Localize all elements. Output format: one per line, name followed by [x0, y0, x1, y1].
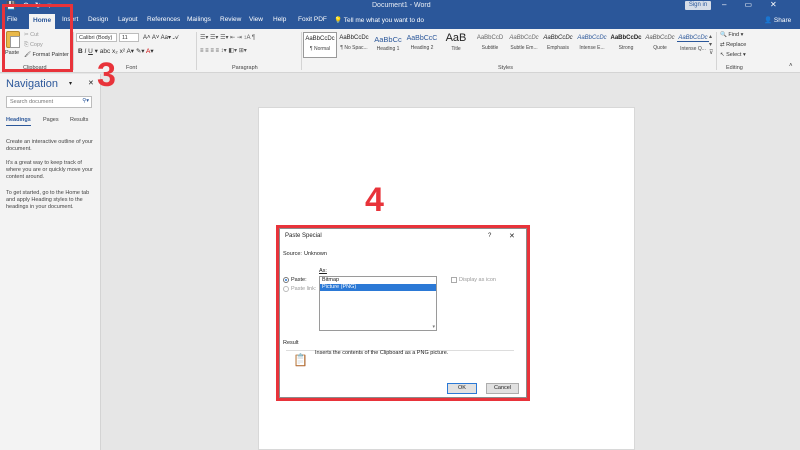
select-button[interactable]: ↖ Select ▾ — [720, 52, 746, 58]
style-name: ¶ No Spac... — [340, 45, 368, 51]
style-preview: AaBbCcDc — [645, 35, 675, 41]
style-preview: AaBbCcDc — [509, 35, 539, 41]
style-name: Heading 2 — [410, 45, 434, 51]
style-normal[interactable]: AaBbCcDc ¶ Normal — [303, 32, 337, 58]
nav-help-text: To get started, go to the Home tab and a… — [6, 190, 90, 210]
style-no-spacing[interactable]: AaBbCcDc ¶ No Spac... — [337, 32, 371, 58]
clipboard-highlight-box — [2, 4, 73, 72]
find-button[interactable]: 🔍 Find ▾ — [720, 32, 743, 38]
navigation-pane: Navigation ▾ ✕ Search document ⚲▾ Headin… — [0, 74, 101, 450]
styles-scroll-icon[interactable]: ▴ ▾ ⊽ — [709, 33, 713, 57]
style-name: Subtle Em... — [510, 45, 538, 51]
style-strong[interactable]: AaBbCcDc Strong — [609, 32, 643, 58]
style-title[interactable]: AaB Title — [439, 32, 473, 58]
style-preview: AaBbCcD — [476, 35, 504, 41]
style-preview: AaBbCcDc — [577, 35, 607, 41]
nav-tab-pages[interactable]: Pages — [43, 117, 59, 123]
styles-group-label: Styles — [498, 65, 513, 71]
style-intense-emphasis[interactable]: AaBbCcDc Intense E... — [575, 32, 609, 58]
collapse-ribbon-icon[interactable]: ˄ — [789, 63, 793, 69]
paragraph-group-label: Paragraph — [232, 65, 258, 71]
close-window-icon[interactable]: ✕ — [770, 0, 777, 9]
style-intense-quote[interactable]: AaBbCcDc Intense Q... — [677, 32, 709, 58]
style-preview: AaB — [445, 32, 467, 44]
tab-foxit-pdf[interactable]: Foxit PDF — [298, 16, 327, 23]
navigation-title: Navigation — [6, 78, 58, 90]
style-heading-2[interactable]: AaBbCcC Heading 2 — [405, 32, 439, 58]
title-bar: 💾 ↶ ↻ ▾ Document1 - Word Sign in – ▭ ✕ — [0, 0, 800, 12]
alignment-icons[interactable]: ≡ ≡ ≡ ≡ ↕▾ ◧▾ ⊞▾ — [200, 47, 247, 54]
ribbon-tabs: File Home Insert Design Layout Reference… — [0, 12, 800, 29]
style-subtle-emphasis[interactable]: AaBbCcDc Subtle Em... — [507, 32, 541, 58]
style-name: Subtitle — [481, 45, 499, 51]
search-document-input[interactable]: Search document ⚲▾ — [6, 96, 92, 108]
tell-me-search[interactable]: 💡 Tell me what you want to do — [334, 16, 424, 24]
minimize-icon[interactable]: – — [722, 0, 726, 9]
maximize-icon[interactable]: ▭ — [744, 0, 752, 9]
style-name: Heading 1 — [376, 46, 400, 52]
style-name: Intense E... — [579, 45, 605, 51]
style-heading-1[interactable]: AaBbCc Heading 1 — [371, 32, 405, 58]
divider — [196, 32, 197, 70]
divider — [716, 32, 717, 70]
style-name: Title — [451, 46, 461, 52]
search-placeholder: Search document — [10, 99, 54, 105]
step-4-callout: 4 — [365, 181, 384, 219]
style-preview: AaBbCc — [374, 35, 402, 44]
find-label: Find — [728, 32, 740, 38]
tab-mailings[interactable]: Mailings — [187, 16, 211, 23]
nav-tab-results[interactable]: Results — [70, 117, 88, 123]
style-preview: AaBbCcC — [406, 35, 438, 42]
style-name: Emphasis — [547, 45, 569, 51]
sign-in-button[interactable]: Sign in — [685, 1, 711, 10]
nav-tab-headings[interactable]: Headings — [6, 117, 31, 126]
style-preview: AaBbCcDc — [543, 35, 573, 41]
font-size-combo[interactable]: 11 — [119, 33, 139, 42]
share-label: Share — [773, 17, 792, 24]
select-label: Select — [726, 52, 742, 58]
document-title: Document1 - Word — [372, 2, 431, 9]
divider — [301, 32, 302, 70]
share-button[interactable]: 👤 Share — [764, 16, 791, 24]
editing-group-label: Editing — [726, 65, 743, 71]
ribbon: Paste ✂ Cut ⎘ Copy 🖌 Format Painter Clip… — [0, 29, 800, 73]
share-icon: 👤 — [764, 17, 774, 24]
tell-me-label: Tell me what you want to do — [343, 17, 425, 24]
lightbulb-icon: 💡 — [334, 17, 344, 24]
tab-layout[interactable]: Layout — [118, 16, 138, 23]
nav-help-text: Create an interactive outline of your do… — [6, 139, 93, 152]
tab-view[interactable]: View — [249, 16, 263, 23]
tab-references[interactable]: References — [147, 16, 180, 23]
divider — [73, 32, 74, 70]
style-emphasis[interactable]: AaBbCcDc Emphasis — [541, 32, 575, 58]
window-controls: – ▭ ✕ — [722, 0, 777, 9]
replace-label: Replace — [726, 42, 747, 48]
style-preview: AaBbCcDc — [677, 35, 709, 42]
grow-shrink-font-icons[interactable]: A˄ A˅ Aa▾ 𝒜 — [143, 34, 178, 42]
style-name: Intense Q... — [680, 46, 706, 52]
style-name: ¶ Normal — [309, 46, 331, 52]
style-quote[interactable]: AaBbCcDc Quote — [643, 32, 677, 58]
dialog-highlight-box — [276, 225, 530, 401]
style-name: Quote — [653, 45, 667, 51]
style-subtitle[interactable]: AaBbCcD Subtitle — [473, 32, 507, 58]
style-preview: AaBbCcDc — [305, 36, 335, 42]
replace-button[interactable]: ⇄ Replace — [720, 42, 746, 48]
step-3-callout: 3 — [97, 56, 116, 94]
tab-design[interactable]: Design — [88, 16, 108, 23]
font-group-label: Font — [126, 65, 138, 71]
style-name: Strong — [618, 45, 634, 51]
list-indent-icons[interactable]: ☰▾ ☰▾ ☰▾ ⇤ ⇥ ↕A ¶ — [200, 34, 255, 41]
font-name-combo[interactable]: Calibri (Body) — [76, 33, 117, 42]
nav-help-text: It's a great way to keep track of where … — [6, 160, 93, 180]
style-preview: AaBbCcDc — [339, 35, 369, 41]
close-pane-icon[interactable]: ✕ — [88, 79, 94, 87]
style-preview: AaBbCcDc — [610, 35, 642, 41]
pane-options-icon[interactable]: ▾ — [69, 80, 72, 87]
search-icon[interactable]: ⚲▾ — [82, 98, 89, 104]
tab-review[interactable]: Review — [220, 16, 241, 23]
tab-help[interactable]: Help — [273, 16, 286, 23]
font-format-icons[interactable]: B I U ▾ abc x₂ x² A▾ ✎▾ A▾ — [78, 47, 154, 55]
